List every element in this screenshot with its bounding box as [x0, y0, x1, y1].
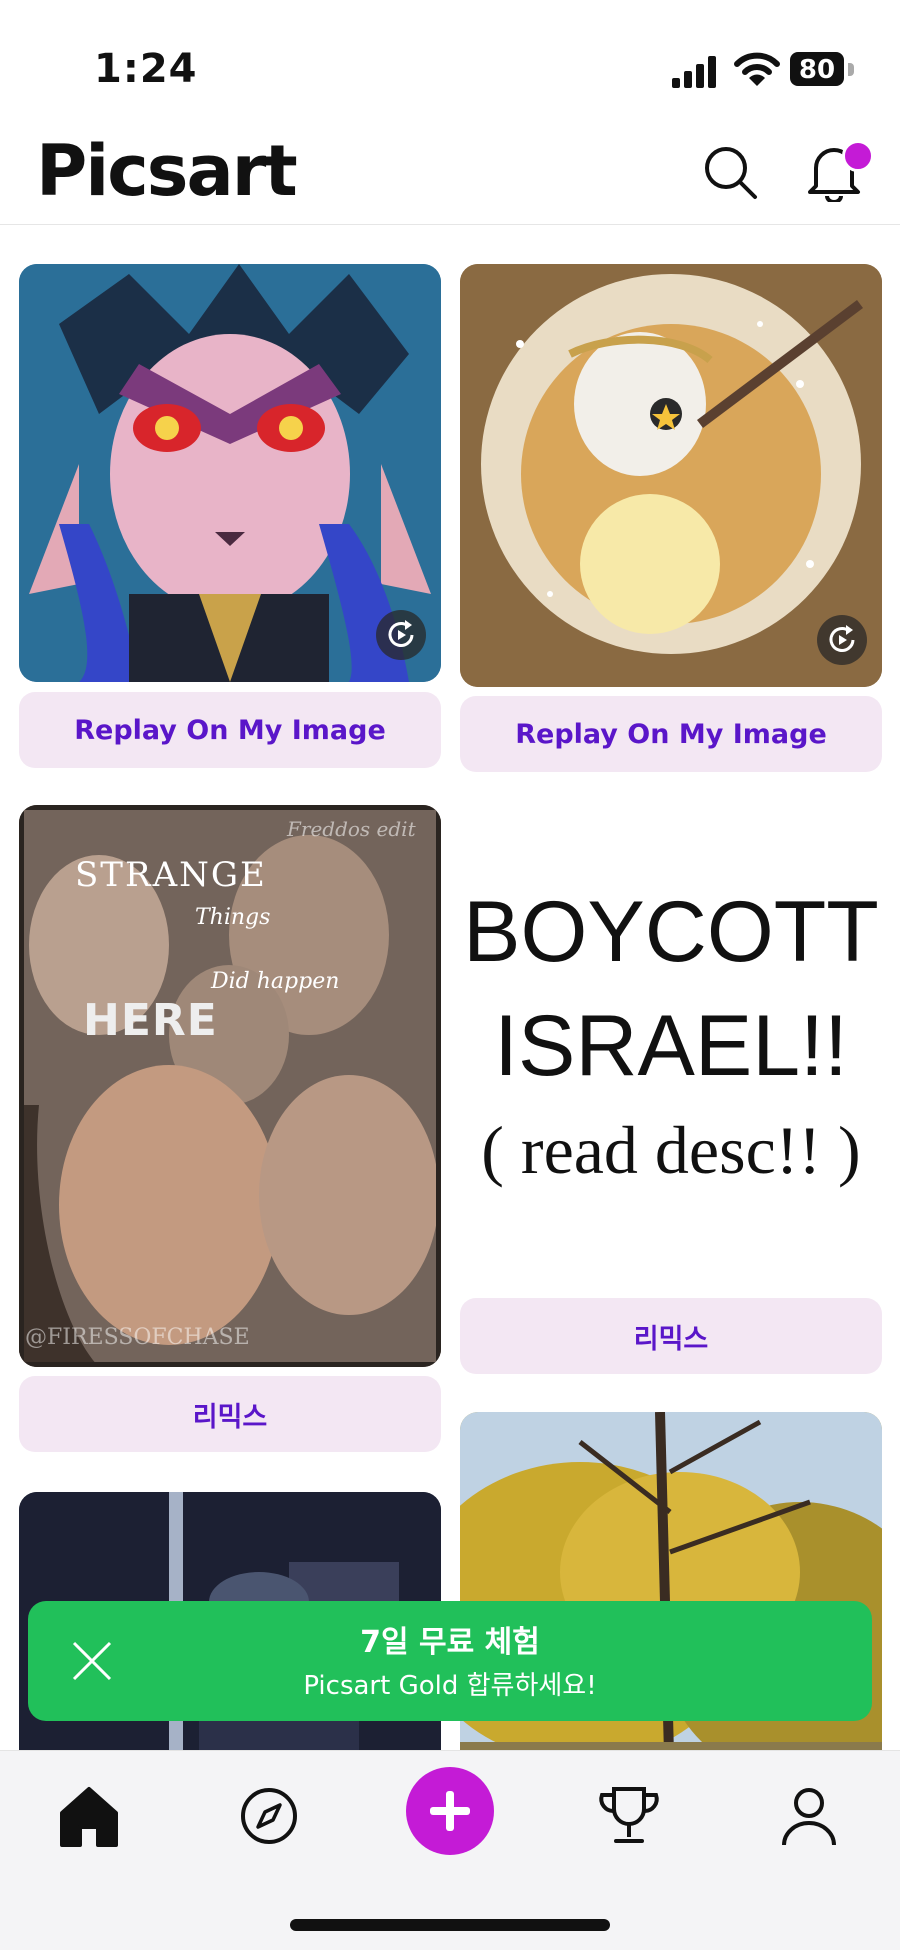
overlay-text-here: HERE	[83, 995, 218, 1046]
home-indicator	[290, 1919, 610, 1931]
post-text-line-2: ISRAEL!!	[494, 998, 848, 1094]
feed-image-text-post[interactable]: BOYCOTT ISRAEL!! ( read desc!! )	[460, 811, 882, 1235]
notification-badge	[842, 140, 874, 172]
replay-icon[interactable]	[376, 610, 426, 660]
picsart-logo[interactable]: Picsart	[36, 130, 298, 212]
wifi-icon	[734, 52, 780, 86]
gold-trial-banner[interactable]: 7일 무료 체험 Picsart Gold 합류하세요!	[28, 1601, 872, 1721]
status-time: 1:24	[94, 46, 198, 92]
home-icon[interactable]	[54, 1781, 124, 1851]
feed-image-golden-character[interactable]	[460, 264, 882, 687]
post-text-line-1: BOYCOTT	[463, 884, 879, 980]
overlay-text-did-happen: Did happen	[211, 969, 340, 994]
cellular-signal-icon	[672, 56, 716, 88]
banner-title: 7일 무료 체험	[360, 1625, 540, 1660]
banner-subtitle: Picsart Gold 합류하세요!	[303, 1671, 597, 1701]
battery-level: 80	[798, 55, 836, 85]
battery-icon: 80	[790, 52, 854, 88]
post-text-line-3: ( read desc!! )	[481, 1112, 861, 1188]
feed-image-stranger-things-edit[interactable]: STRANGE Things Did happen HERE Freddos e…	[19, 805, 441, 1367]
remix-button[interactable]: 리믹스	[460, 1298, 882, 1374]
overlay-text-things: Things	[195, 905, 271, 930]
overlay-text-watermark-edit: Freddos edit	[287, 817, 416, 841]
replay-on-my-image-button[interactable]: Replay On My Image	[460, 696, 882, 772]
feed-image-demon-character[interactable]	[19, 264, 441, 682]
create-plus-icon[interactable]	[406, 1767, 494, 1855]
bottom-navigation	[0, 1750, 900, 1950]
feed-grid[interactable]: Replay On My Image Replay On My Image ST…	[0, 225, 900, 1750]
app-header: Picsart	[0, 120, 900, 225]
challenges-trophy-icon[interactable]	[594, 1781, 664, 1851]
search-icon[interactable]	[702, 144, 758, 200]
overlay-text-strange: STRANGE	[75, 855, 267, 895]
replay-icon[interactable]	[817, 615, 867, 665]
overlay-text-watermark-handle: @FIRESSOFCHASE	[25, 1325, 250, 1350]
explore-compass-icon[interactable]	[234, 1781, 304, 1851]
remix-button[interactable]: 리믹스	[19, 1376, 441, 1452]
replay-on-my-image-button[interactable]: Replay On My Image	[19, 692, 441, 768]
status-bar: 1:24 80	[0, 0, 900, 120]
profile-icon[interactable]	[774, 1781, 844, 1851]
